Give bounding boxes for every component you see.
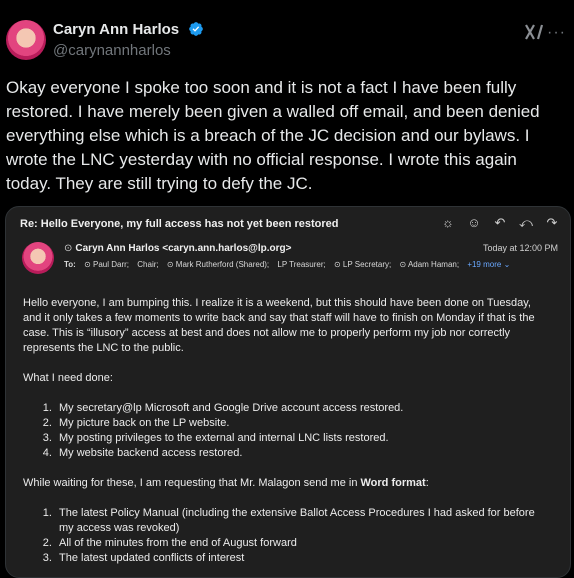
list-item: My website backend access restored. (55, 446, 548, 461)
list-item: My secretary@lp Microsoft and Google Dri… (55, 401, 548, 416)
contact-icon: ⊙ (166, 260, 174, 269)
list-item: All of the minutes from the end of Augus… (55, 536, 548, 551)
forward-icon: ↷ (546, 215, 558, 230)
list-item: My picture back on the LP website. (55, 416, 548, 431)
recipient: LP Treasurer; (277, 260, 326, 269)
recipient: Paul Darr; (93, 260, 130, 269)
to-label: To: (64, 260, 76, 269)
more-recipients: +19 more (467, 260, 502, 269)
email-screenshot[interactable]: Re: Hello Everyone, my full access has n… (5, 206, 571, 578)
author-handle[interactable]: @carynannharlos (53, 42, 171, 59)
avatar[interactable] (6, 20, 46, 60)
needs-list: My secretary@lp Microsoft and Google Dri… (23, 401, 548, 461)
tweet-header: Caryn Ann Harlos @carynannharlos ··· (6, 18, 566, 66)
list-item: My posting privileges to the external an… (55, 431, 548, 446)
contact-icon: ⊙ (399, 260, 407, 269)
email-timestamp: Today at 12:00 PM (482, 243, 558, 253)
list-item: The latest updated conflicts of interest (55, 551, 548, 566)
contact-icon: ⊙ (333, 260, 341, 269)
list-item: The latest Policy Manual (including the … (55, 506, 548, 536)
contact-icon: ⊙ (84, 260, 91, 269)
grok-logo-icon[interactable] (524, 22, 546, 42)
sender-name: Caryn Ann Harlos <caryn.ann.harlos@lp.or… (75, 243, 292, 254)
recipient: Adam Haman; (407, 260, 460, 269)
email-subject: Re: Hello Everyone, my full access has n… (20, 218, 339, 230)
email-paragraph: Hello everyone, I am bumping this. I rea… (23, 297, 535, 354)
email-body: Hello everyone, I am bumping this. I rea… (23, 296, 548, 577)
email-paragraph: What I need done: (23, 372, 113, 384)
tweet-text: Okay everyone I spoke too soon and it is… (6, 78, 540, 193)
author-name[interactable]: Caryn Ann Harlos (53, 21, 179, 38)
sender-avatar (22, 242, 54, 274)
more-icon[interactable]: ··· (547, 24, 566, 42)
paragraph-text: : (425, 477, 429, 489)
sender: ⊙ Caryn Ann Harlos <caryn.ann.harlos@lp.o… (64, 243, 292, 254)
word-format-text: Word format (360, 477, 426, 489)
chevron-down-icon: ⌄ (501, 260, 511, 269)
emoji-icon: ☺ (467, 215, 481, 230)
verified-badge-icon (189, 22, 203, 36)
paragraph-text: While waiting for these, I am requesting… (23, 477, 361, 489)
email-paragraph: While waiting for these, I am requesting… (23, 476, 548, 491)
reply-icon: ↶ (494, 215, 506, 230)
reply-all-icon: ⤺ (519, 215, 533, 230)
recipient: LP Secretary; (342, 260, 392, 269)
contact-icon: ⊙ (64, 243, 73, 254)
sun-icon: ☼ (442, 215, 454, 230)
recipients: To: ⊙ Paul Darr; Chair; ⊙ Mark Rutherfor… (64, 260, 510, 269)
recipient: Chair; (137, 260, 159, 269)
email-toolbar: ☼ ☺ ↶ ⤺ ↷ (440, 215, 560, 231)
recipient: Mark Rutherford (Shared); (175, 260, 270, 269)
requests-list: The latest Policy Manual (including the … (23, 506, 548, 566)
